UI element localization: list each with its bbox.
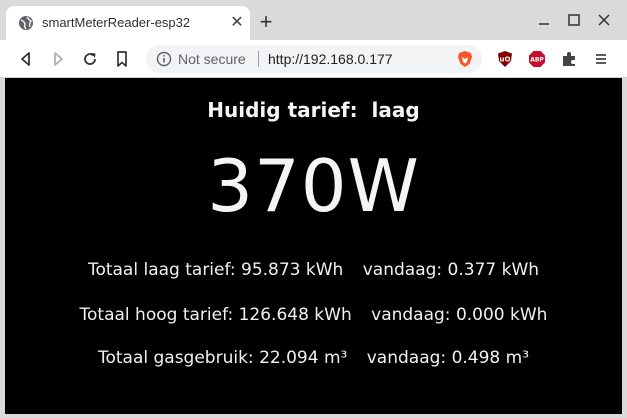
svg-text:uO: uO bbox=[500, 56, 511, 64]
stat-label: Totaal laag tarief: bbox=[87, 260, 236, 280]
maximize-icon[interactable] bbox=[566, 12, 582, 28]
minimize-icon[interactable] bbox=[536, 12, 552, 28]
close-icon[interactable]: ✕ bbox=[228, 14, 246, 32]
url-text[interactable]: http://192.168.0.177 bbox=[268, 51, 393, 67]
svg-text:ABP: ABP bbox=[530, 57, 544, 64]
current-tariff: Huidig tarief: laag bbox=[5, 98, 622, 122]
security-label: Not secure bbox=[178, 51, 246, 67]
globe-icon bbox=[19, 16, 33, 30]
browser-toolbar: Not secure http://192.168.0.177 uO ABP bbox=[0, 40, 627, 78]
forward-arrow-icon[interactable] bbox=[48, 49, 68, 69]
address-bar[interactable]: Not secure http://192.168.0.177 bbox=[146, 45, 482, 73]
reload-icon[interactable] bbox=[80, 49, 100, 69]
plus-icon[interactable]: + bbox=[256, 11, 276, 33]
page-content: Huidig tarief: laag 370W Totaal laag tar… bbox=[5, 78, 622, 414]
stat-today-label: vandaag: bbox=[366, 348, 447, 368]
menu-icon[interactable] bbox=[592, 50, 610, 68]
bookmark-icon[interactable] bbox=[112, 49, 132, 69]
adblock-plus-icon[interactable]: ABP bbox=[528, 50, 546, 68]
stat-today-label: vandaag: bbox=[371, 305, 451, 325]
back-arrow-icon[interactable] bbox=[16, 49, 36, 69]
stat-total: 95.873 kWh bbox=[241, 260, 344, 280]
stat-total: 22.094 m³ bbox=[259, 348, 348, 368]
browser-window: smartMeterReader-esp32 ✕ + Not secure ht… bbox=[0, 0, 627, 418]
stat-row-low-tariff: Totaal laag tarief: 95.873 kWh vandaag: … bbox=[5, 260, 622, 280]
window-close-icon[interactable] bbox=[596, 12, 612, 28]
stat-label: Totaal hoog tarief: bbox=[79, 305, 234, 325]
brave-shield-icon[interactable] bbox=[456, 50, 474, 68]
stat-today: 0.498 m³ bbox=[451, 348, 530, 368]
info-icon[interactable] bbox=[156, 51, 172, 67]
current-power: 370W bbox=[207, 144, 420, 228]
ublock-icon[interactable]: uO bbox=[496, 50, 514, 68]
stat-today-label: vandaag: bbox=[362, 260, 443, 280]
puzzle-icon[interactable] bbox=[560, 50, 578, 68]
omnibox-separator bbox=[258, 51, 259, 67]
tab-title: smartMeterReader-esp32 bbox=[42, 15, 191, 30]
stat-today: 0.000 kWh bbox=[455, 305, 548, 325]
tab-strip: smartMeterReader-esp32 ✕ + bbox=[0, 0, 627, 40]
tariff-label: Huidig tarief: bbox=[207, 98, 358, 122]
stat-label: Totaal gasgebruik: bbox=[97, 348, 254, 368]
stat-row-gas: Totaal gasgebruik: 22.094 m³ vandaag: 0.… bbox=[5, 348, 622, 368]
tab-active[interactable]: smartMeterReader-esp32 ✕ bbox=[6, 6, 250, 40]
stat-row-high-tariff: Totaal hoog tarief: 126.648 kWh vandaag:… bbox=[5, 305, 622, 325]
stat-total: 126.648 kWh bbox=[238, 305, 352, 325]
tariff-value: laag bbox=[371, 98, 420, 122]
stat-today: 0.377 kWh bbox=[447, 260, 540, 280]
